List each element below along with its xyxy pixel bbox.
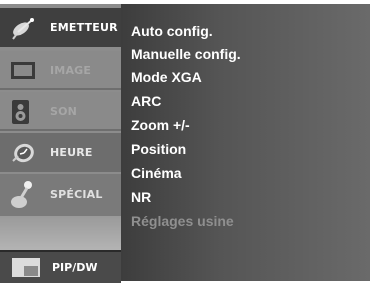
sidebar-item-label: PIP/DW [52,261,98,274]
osd-sidebar: EMETTEUR IMAGE SON HEURE SPÉCIAL [0,4,121,281]
menu-option-xga-mode[interactable]: Mode XGA [131,66,202,88]
menu-option-auto-config[interactable]: Auto config. [131,20,213,42]
osd-screen: EMETTEUR IMAGE SON HEURE SPÉCIAL PIP/DW … [0,0,370,283]
speaker-icon [12,100,29,124]
sidebar-item-label: HEURE [50,146,93,159]
sidebar-item-special[interactable]: SPÉCIAL [0,174,121,216]
clock-icon [12,143,34,163]
sidebar-item-son[interactable]: SON [0,92,121,131]
sidebar-item-label: IMAGE [50,64,92,77]
sidebar-item-label: SPÉCIAL [50,188,103,201]
joystick-icon [11,181,32,208]
sidebar-item-image[interactable]: IMAGE [0,51,121,90]
menu-option-arc[interactable]: ARC [131,90,161,112]
menu-option-position[interactable]: Position [131,138,186,160]
pip-icon [12,258,40,277]
menu-option-nr[interactable]: NR [131,186,151,208]
satellite-dish-icon [12,18,34,40]
sidebar-spacer [0,216,121,252]
sidebar-item-label: SON [50,105,78,118]
sidebar-item-emetteur[interactable]: EMETTEUR [0,8,121,47]
sidebar-item-heure[interactable]: HEURE [0,133,121,172]
sidebar-item-label: EMETTEUR [50,21,118,34]
menu-option-cinema[interactable]: Cinéma [131,162,182,184]
menu-option-zoom[interactable]: Zoom +/- [131,114,190,136]
menu-option-manual-config[interactable]: Manuelle config. [131,43,241,65]
sidebar-item-pip[interactable]: PIP/DW [0,250,121,283]
monitor-icon [11,62,35,79]
menu-option-factory-reset: Réglages usine [131,213,234,229]
